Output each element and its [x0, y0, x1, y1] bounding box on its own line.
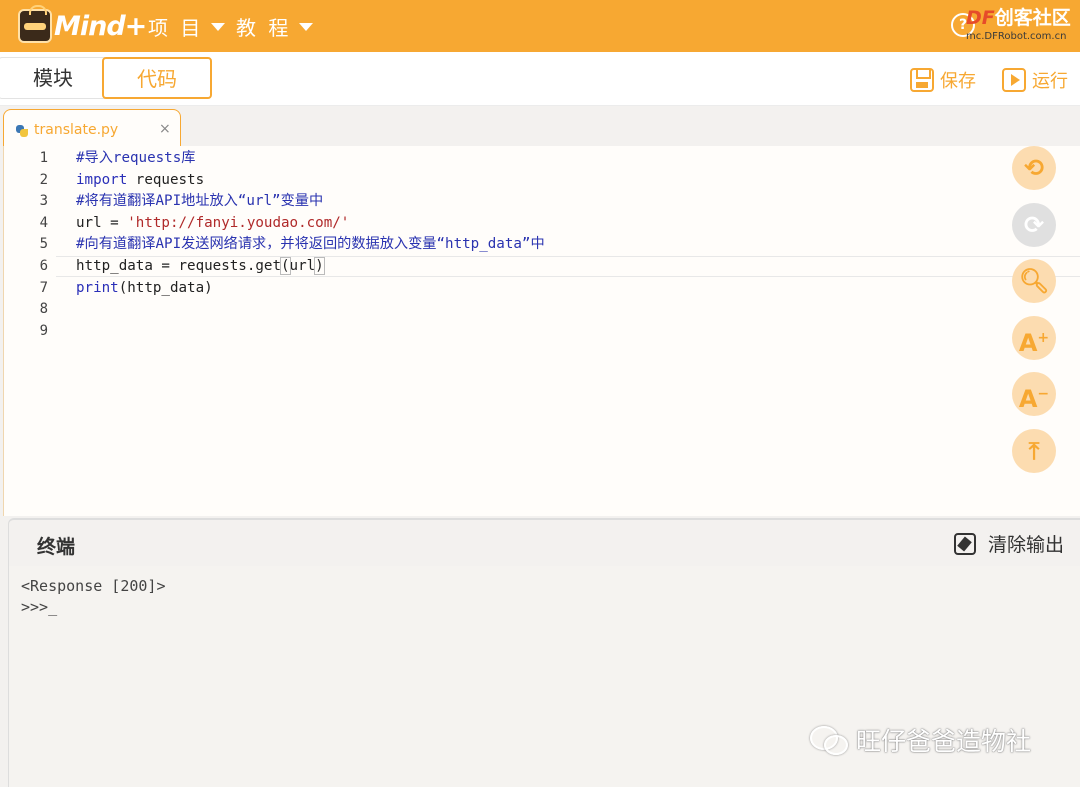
- code-line: http_data = requests.get(url): [76, 256, 325, 277]
- search-icon[interactable]: 🔍︎: [1012, 259, 1056, 303]
- terminal-title: 终端: [37, 536, 76, 558]
- line-number: 4: [39, 214, 48, 231]
- menu-project-label: 项 目: [148, 16, 204, 40]
- chevron-down-icon: [211, 22, 226, 31]
- code-token: print: [76, 279, 119, 296]
- watermark-bottom-text: 旺仔爸爸造物社: [856, 727, 1032, 756]
- eraser-icon: [954, 532, 976, 555]
- file-tab-translate[interactable]: translate.py ×: [3, 109, 181, 149]
- code-token: http_data = requests.get: [76, 258, 281, 274]
- code-token: (http_data): [118, 279, 213, 296]
- terminal-line: <Response [200]>: [21, 577, 166, 595]
- line-number: 9: [39, 322, 48, 339]
- code-token: requests: [127, 171, 205, 188]
- code-editor[interactable]: 1 2 3 4 5 6 7 8 9 #导入requests库 import requests #将有…: [3, 146, 1080, 516]
- save-icon: [910, 68, 934, 92]
- code-line: url = 'http://fanyi.youdao.com/': [76, 213, 349, 234]
- mindplus-logo: Mind+: [18, 5, 147, 45]
- line-number: 3: [39, 193, 48, 210]
- watermark-title-text: 创客社区: [994, 7, 1071, 29]
- watermark-url: mc.DFRobot.com.cn: [966, 31, 1067, 42]
- scroll-top-icon[interactable]: ⤒: [1012, 428, 1056, 473]
- chevron-down-icon: [299, 22, 314, 31]
- terminal-header: 终端 清除输出: [8, 518, 1080, 566]
- menu-tutorial-label: 教 程: [236, 16, 292, 40]
- code-line: #向有道翻译API发送网络请求，并将返回的数据放入变量“http_data”中: [76, 234, 545, 255]
- line-number: 5: [39, 236, 48, 253]
- code-token: #向有道翻译API发送网络请求，并将返回的数据放入变量“http_data”中: [76, 236, 545, 253]
- line-number: 2: [39, 171, 48, 188]
- undo-icon[interactable]: ⟲: [1012, 146, 1056, 190]
- code-line: #导入requests库: [76, 148, 195, 169]
- code-line: #将有道翻译API地址放入“url”变量中: [76, 191, 323, 212]
- line-number: 1: [39, 150, 48, 166]
- line-number: 6: [39, 258, 48, 274]
- code-token: (: [280, 257, 291, 275]
- code-token: import: [76, 171, 128, 188]
- code-line: print(http_data): [76, 278, 213, 299]
- font-decrease-icon[interactable]: A−: [1012, 372, 1056, 416]
- code-token: url: [289, 258, 316, 274]
- code-token: 'http://fanyi.youdao.com/': [127, 214, 350, 231]
- file-tab-bar: translate.py ×: [0, 106, 1080, 149]
- file-tab-label: translate.py: [34, 122, 119, 138]
- run-label: 运行: [1032, 71, 1068, 92]
- logo-text: Mind+: [54, 10, 147, 42]
- menu-project[interactable]: 项 目: [148, 12, 226, 41]
- wechat-icon: [810, 724, 850, 756]
- code-token: url =: [76, 214, 128, 231]
- run-button[interactable]: 运行: [1002, 67, 1068, 93]
- watermark-bottom: 旺仔爸爸造物社: [810, 722, 1031, 758]
- code-token: ): [314, 257, 325, 275]
- save-label: 保存: [940, 71, 976, 92]
- line-number: 7: [39, 279, 48, 296]
- tab-blocks[interactable]: 模块: [0, 57, 108, 99]
- watermark-df: DF: [966, 7, 995, 29]
- terminal-prompt: >>>_: [21, 598, 58, 616]
- mode-bar: 模块 代码 保存 运行: [0, 52, 1080, 106]
- play-icon: [1002, 68, 1026, 92]
- code-token: #将有道翻译API地址放入“url”变量中: [76, 193, 324, 210]
- code-token: #导入requests库: [76, 150, 196, 166]
- line-number-gutter: 1 2 3 4 5 6 7 8 9: [4, 146, 56, 516]
- side-btn-sup: −: [1037, 386, 1050, 402]
- line-number: 8: [39, 301, 48, 318]
- clear-output-button[interactable]: 清除输出: [954, 530, 1064, 557]
- clear-output-label: 清除输出: [988, 534, 1065, 556]
- close-icon[interactable]: ×: [159, 121, 171, 137]
- logo-mascot-icon: [18, 5, 52, 43]
- redo-icon[interactable]: ⟳: [1012, 202, 1056, 247]
- tab-code[interactable]: 代码: [102, 57, 212, 99]
- menu-tutorial[interactable]: 教 程: [236, 12, 314, 41]
- side-btn-sup: +: [1037, 329, 1050, 346]
- font-increase-icon[interactable]: A+: [1012, 315, 1056, 360]
- python-file-icon: [16, 125, 28, 137]
- save-button[interactable]: 保存: [910, 67, 976, 93]
- code-line: import requests: [76, 170, 204, 191]
- watermark-title: DF创客社区: [966, 3, 1071, 30]
- app-header: Mind+ 项 目 教 程 ? DF创客社区 mc.DFRobot.com.cn: [0, 0, 1080, 52]
